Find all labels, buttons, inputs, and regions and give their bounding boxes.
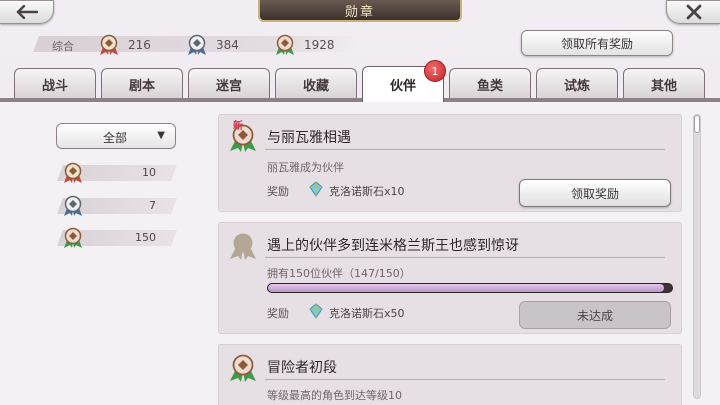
scroll-thumb[interactable] xyxy=(694,115,700,133)
filter-count-gold: 10 xyxy=(57,162,177,183)
silver-filter-count: 7 xyxy=(149,199,156,212)
divider xyxy=(265,257,665,258)
filter-dropdown[interactable]: 全部 ▼ xyxy=(56,123,176,149)
gold-medal-icon xyxy=(64,162,82,183)
filter-count-silver: 7 xyxy=(57,195,177,216)
summary-silver: 384 xyxy=(186,34,239,56)
achievement-list: 新 与丽瓦雅相遇 丽瓦雅成为伙伴 奖励 克洛诺斯石x10 领取奖励 遇上的伙伴多… xyxy=(218,114,682,405)
bronze-count: 1928 xyxy=(304,38,335,52)
notification-badge: 1 xyxy=(424,60,446,82)
medal-summary: 综合 216 384 1928 xyxy=(33,34,359,56)
gold-medal-icon xyxy=(100,34,118,55)
medal-screen: 勋章 综合 216 384 1928 领取所有奖励 战斗 剧本 迷宫 收藏 伙伴… xyxy=(0,0,720,405)
bronze-medal-icon xyxy=(230,354,256,382)
progress-fill xyxy=(268,284,664,292)
tab-labyrinth[interactable]: 迷宫 xyxy=(188,68,270,100)
chronos-stone-icon xyxy=(309,181,323,197)
back-button[interactable] xyxy=(0,0,54,24)
achievement-title: 与丽瓦雅相遇 xyxy=(267,130,351,146)
achievement-desc: 拥有150位伙伴（147/150） xyxy=(267,267,411,280)
summary-label: 综合 xyxy=(52,40,74,53)
achievement-card: 新 与丽瓦雅相遇 丽瓦雅成为伙伴 奖励 克洛诺斯石x10 领取奖励 xyxy=(218,114,682,212)
close-button[interactable] xyxy=(666,0,720,24)
divider xyxy=(265,149,665,150)
achievement-medal xyxy=(229,353,257,387)
silver-count: 384 xyxy=(216,38,239,52)
divider xyxy=(265,379,665,380)
tab-trial[interactable]: 试炼 xyxy=(536,68,618,100)
chronos-stone-icon xyxy=(309,303,323,319)
left-arrow-icon xyxy=(15,5,38,19)
page-title: 勋章 xyxy=(258,0,462,22)
achievement-medal: 新 xyxy=(229,121,257,157)
category-tabs: 战斗 剧本 迷宫 收藏 伙伴 鱼类 试炼 其他 xyxy=(0,66,720,102)
achievement-title: 遇上的伙伴多到连米格兰斯王也感到惊讶 xyxy=(267,238,519,254)
reward-label: 奖励 xyxy=(267,307,289,320)
scrollbar[interactable] xyxy=(693,114,701,399)
bronze-medal-icon xyxy=(276,34,294,55)
achievement-desc: 等级最高的角色到达等级10 xyxy=(267,389,402,402)
gold-filter-count: 10 xyxy=(142,166,156,179)
silver-medal-icon xyxy=(188,34,206,55)
achievement-card: 冒险者初段 等级最高的角色到达等级10 xyxy=(218,344,682,405)
locked-medal-icon xyxy=(230,233,256,260)
achievement-title: 冒险者初段 xyxy=(267,360,337,376)
tab-collection[interactable]: 收藏 xyxy=(275,68,357,100)
achievement-card: 遇上的伙伴多到连米格兰斯王也感到惊讶 拥有150位伙伴（147/150） 奖励 … xyxy=(218,222,682,334)
tab-script[interactable]: 剧本 xyxy=(101,68,183,100)
reward-text: 克洛诺斯石x50 xyxy=(329,307,405,320)
dropdown-arrow-icon: ▼ xyxy=(157,130,165,141)
filter-count-bronze: 150 xyxy=(57,227,177,248)
reward-label: 奖励 xyxy=(267,185,289,198)
progress-bar xyxy=(267,283,673,293)
tab-battle[interactable]: 战斗 xyxy=(14,68,96,100)
tab-fish[interactable]: 鱼类 xyxy=(449,68,531,100)
summary-gold: 216 xyxy=(98,34,151,56)
gold-count: 216 xyxy=(128,38,151,52)
claim-all-button[interactable]: 领取所有奖励 xyxy=(521,30,673,56)
reward-text: 克洛诺斯石x10 xyxy=(329,185,405,198)
achievement-medal xyxy=(229,231,257,265)
claim-reward-button[interactable]: 领取奖励 xyxy=(519,179,671,207)
new-badge: 新 xyxy=(233,121,243,132)
bronze-filter-count: 150 xyxy=(135,231,156,244)
summary-bronze: 1928 xyxy=(274,34,335,56)
filter-selected: 全部 xyxy=(103,131,128,145)
achievement-desc: 丽瓦雅成为伙伴 xyxy=(267,161,344,174)
tab-other[interactable]: 其他 xyxy=(623,68,705,100)
close-x-icon xyxy=(686,4,701,20)
bronze-medal-icon xyxy=(64,227,82,248)
silver-medal-icon xyxy=(64,195,82,216)
not-achieved-button[interactable]: 未达成 xyxy=(519,301,671,329)
